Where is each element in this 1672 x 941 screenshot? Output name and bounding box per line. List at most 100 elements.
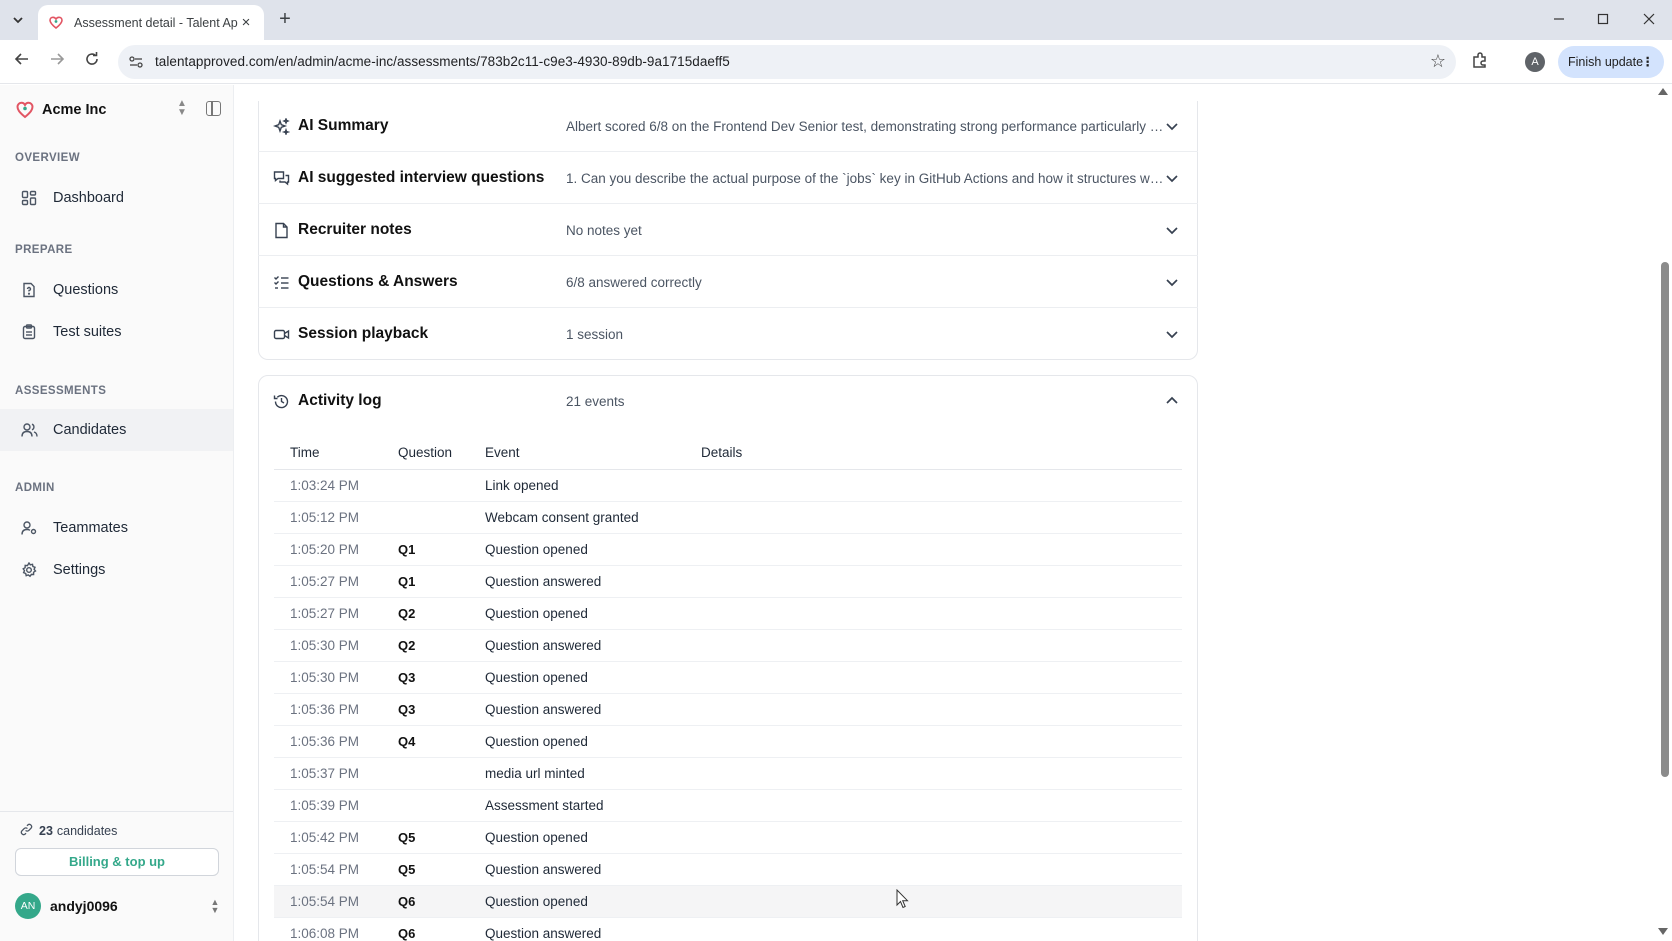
cell-time: 1:05:54 PM <box>290 862 360 877</box>
table-row[interactable]: 1:05:30 PM Q3 Question opened <box>274 662 1182 694</box>
site-settings-icon[interactable] <box>128 54 144 70</box>
cell-question: Q6 <box>398 926 416 941</box>
section-summary: No notes yet <box>566 223 642 238</box>
ai-summary-row[interactable]: AI Summary Albert scored 6/8 on the Fron… <box>258 101 1198 152</box>
address-bar[interactable]: talentapproved.com/en/admin/acme-inc/ass… <box>118 45 1456 79</box>
org-switcher[interactable]: Acme Inc <box>16 99 106 121</box>
minimize-icon[interactable] <box>1548 9 1570 31</box>
table-row[interactable]: 1:05:37 PM media url minted <box>274 758 1182 790</box>
candidate-credits: 23 candidates <box>20 823 117 839</box>
sidebar-item-questions[interactable]: Questions <box>0 269 233 311</box>
cell-time: 1:05:12 PM <box>290 510 360 525</box>
cell-time: 1:03:24 PM <box>290 478 360 493</box>
cell-question: Q2 <box>398 638 416 653</box>
section-title: Activity log <box>298 392 382 409</box>
finish-update-button[interactable]: Finish update ⋮ <box>1558 46 1664 78</box>
table-row[interactable]: 1:05:39 PM Assessment started <box>274 790 1182 822</box>
tab-title: Assessment detail - Talent Approved <box>74 15 238 30</box>
browser-tab[interactable]: Assessment detail - Talent Approved × <box>38 5 264 40</box>
extensions-icon[interactable] <box>1470 50 1492 72</box>
billing-button[interactable]: Billing & top up <box>15 848 219 876</box>
sidebar-item-candidates[interactable]: Candidates <box>0 409 233 451</box>
close-tab-icon[interactable]: × <box>238 14 254 31</box>
section-assessments: ASSESSMENTS <box>15 385 107 397</box>
chevron-down-icon[interactable] <box>1164 170 1180 186</box>
section-overview: OVERVIEW <box>15 152 80 164</box>
cell-event: Question opened <box>485 606 588 621</box>
cell-question: Q5 <box>398 862 416 877</box>
candidate-count: 23 <box>39 824 53 838</box>
bookmark-star-icon[interactable]: ☆ <box>1430 51 1446 72</box>
browser-toolbar: talentapproved.com/en/admin/acme-inc/ass… <box>0 40 1672 84</box>
chevron-down-icon[interactable] <box>1164 326 1180 342</box>
collapse-sidebar-icon[interactable] <box>206 101 221 116</box>
url-text: talentapproved.com/en/admin/acme-inc/ass… <box>155 54 730 69</box>
sidebar-item-dashboard[interactable]: Dashboard <box>0 177 233 219</box>
sidebar-divider <box>0 811 233 812</box>
cell-time: 1:05:27 PM <box>290 606 360 621</box>
section-title: Questions & Answers <box>298 273 458 290</box>
recruiter-notes-row[interactable]: Recruiter notes No notes yet <box>258 205 1198 256</box>
table-row[interactable]: 1:05:36 PM Q4 Question opened <box>274 726 1182 758</box>
chevron-down-icon[interactable] <box>1164 274 1180 290</box>
cell-question: Q1 <box>398 574 416 589</box>
org-name: Acme Inc <box>42 102 107 118</box>
table-row[interactable]: 1:05:27 PM Q2 Question opened <box>274 598 1182 630</box>
table-row[interactable]: 1:05:36 PM Q3 Question answered <box>274 694 1182 726</box>
column-time: Time <box>290 445 320 460</box>
section-summary: 1 session <box>566 327 624 342</box>
scroll-up-arrow-icon[interactable] <box>1658 88 1668 95</box>
cell-event: Webcam consent granted <box>485 510 639 525</box>
cell-time: 1:05:20 PM <box>290 542 360 557</box>
cell-time: 1:05:36 PM <box>290 702 360 717</box>
user-name: andyj0096 <box>50 898 118 914</box>
chevron-down-icon[interactable] <box>1164 222 1180 238</box>
cell-event: Link opened <box>485 478 559 493</box>
reload-icon[interactable] <box>80 50 104 74</box>
table-row[interactable]: 1:05:42 PM Q5 Question opened <box>274 822 1182 854</box>
chevron-up-icon[interactable] <box>1164 393 1180 409</box>
cell-event: Question answered <box>485 926 602 941</box>
activity-log-header[interactable]: Activity log 21 events <box>258 375 1198 427</box>
new-tab-icon[interactable]: + <box>273 8 297 32</box>
cell-time: 1:05:42 PM <box>290 830 360 845</box>
table-row[interactable]: 1:05:20 PM Q1 Question opened <box>274 534 1182 566</box>
table-row[interactable]: 1:05:27 PM Q1 Question answered <box>274 566 1182 598</box>
sidebar-item-settings[interactable]: Settings <box>0 549 233 591</box>
ai-questions-row[interactable]: AI suggested interview questions 1. Can … <box>258 153 1198 204</box>
scroll-down-arrow-icon[interactable] <box>1658 928 1668 935</box>
chevron-down-icon[interactable] <box>1164 118 1180 134</box>
heart-logo-icon <box>48 15 64 31</box>
questions-answers-row[interactable]: Questions & Answers 6/8 answered correct… <box>258 257 1198 308</box>
finish-update-label: Finish update <box>1568 55 1644 69</box>
back-arrow-icon[interactable] <box>10 50 34 74</box>
sidebar-item-label: Dashboard <box>53 190 124 206</box>
table-row[interactable]: 1:05:12 PM Webcam consent granted <box>274 502 1182 534</box>
scrollbar-thumb[interactable] <box>1661 262 1669 777</box>
chat-bubbles-icon <box>273 170 290 187</box>
table-row[interactable]: 1:03:24 PM Link opened <box>274 470 1182 502</box>
cell-event: Question opened <box>485 894 588 909</box>
forward-arrow-icon[interactable] <box>45 50 69 74</box>
session-playback-row[interactable]: Session playback 1 session <box>258 309 1198 360</box>
table-row[interactable]: 1:05:30 PM Q2 Question answered <box>274 630 1182 662</box>
cell-time: 1:05:54 PM <box>290 894 360 909</box>
cell-time: 1:05:27 PM <box>290 574 360 589</box>
grid-icon <box>20 189 38 207</box>
maximize-icon[interactable] <box>1592 9 1614 31</box>
sidebar: Acme Inc ▲ ▼ OVERVIEW Dashboard PREPARE Q… <box>0 85 234 941</box>
cell-event: Question answered <box>485 638 602 653</box>
tab-search-icon[interactable] <box>6 9 30 31</box>
table-row[interactable]: 1:06:08 PM Q6 Question answered <box>274 918 1182 941</box>
more-vert-icon[interactable]: ⋮ <box>1642 46 1655 78</box>
sidebar-item-test-suites[interactable]: Test suites <box>0 311 233 353</box>
close-window-icon[interactable] <box>1638 9 1660 31</box>
table-row[interactable]: 1:05:54 PM Q5 Question answered <box>274 854 1182 886</box>
user-menu[interactable]: AN andyj0096 ▲ ▼ <box>15 891 221 921</box>
profile-avatar[interactable]: A <box>1525 52 1545 72</box>
cell-event: Question opened <box>485 734 588 749</box>
table-row[interactable]: 1:05:54 PM Q6 Question opened <box>274 886 1182 918</box>
chevron-updown-icon[interactable]: ▲ ▼ <box>175 99 189 119</box>
checklist-icon <box>273 274 290 291</box>
sidebar-item-teammates[interactable]: Teammates <box>0 507 233 549</box>
